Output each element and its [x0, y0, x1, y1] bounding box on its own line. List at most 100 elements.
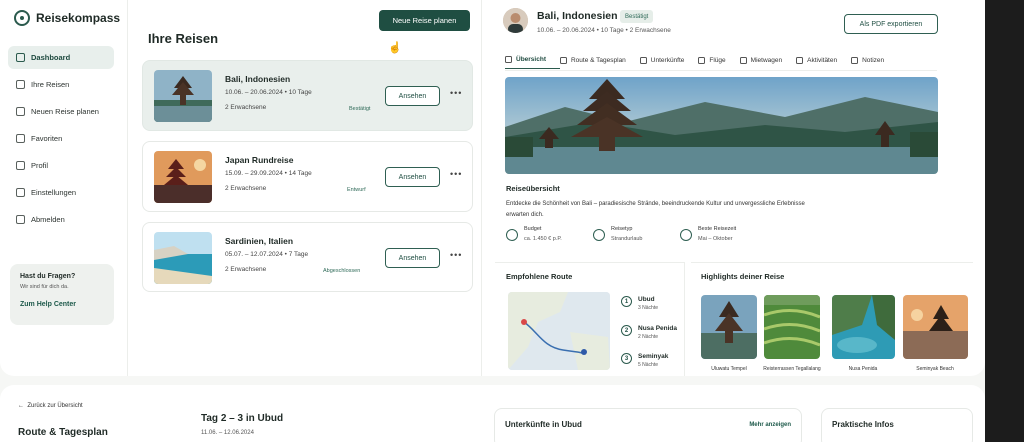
tab-label: Aktivitäten [807, 56, 838, 64]
practical-info-card: Praktische Infos [821, 408, 973, 442]
bed-icon [639, 56, 647, 64]
tab-flights[interactable]: Flüge [698, 51, 739, 69]
highlight-caption: Uluwatu Tempel [711, 366, 747, 372]
trip-travelers: 2 Erwachsene [225, 266, 267, 273]
tab-route[interactable]: Route & Tagesplan [559, 51, 640, 69]
more-options-icon[interactable]: ••• [450, 250, 462, 260]
home-icon [505, 56, 512, 63]
fact-label: Reisetyp [611, 226, 633, 232]
sidebar-item-logout[interactable]: Abmelden [8, 208, 114, 231]
highlight-image[interactable] [701, 295, 757, 359]
route-title: Empfohlene Route [506, 272, 573, 281]
tab-accommodations[interactable]: Unterkünfte [639, 51, 699, 69]
highlight-image[interactable] [903, 295, 968, 359]
route-stop[interactable]: 1 Ubud 3 Nächte [621, 296, 658, 311]
tab-label: Übersicht [516, 56, 546, 63]
highlight-caption: Nusa Penida [848, 366, 878, 372]
highlights-title: Highlights deiner Reise [701, 272, 785, 281]
trip-thumbnail [154, 70, 212, 122]
view-trip-button[interactable]: Ansehen [385, 86, 440, 106]
trip-dates: 15.09. – 29.09.2024 • 14 Tage [225, 170, 312, 177]
sidebar-item-label: Profil [31, 161, 49, 170]
route-plan-title: Route & Tagesplan [18, 427, 108, 438]
new-trip-button[interactable]: Neue Reise planen [379, 10, 470, 31]
stop-name: Nusa Penida [638, 325, 678, 332]
more-options-icon[interactable]: ••• [450, 169, 462, 179]
fact-value: Mai – Oktober [698, 236, 733, 242]
trip-card-japan[interactable]: Japan Rundreise 15.09. – 29.09.2024 • 14… [142, 141, 473, 212]
tab-notes[interactable]: Notizen [851, 51, 898, 69]
view-trip-button[interactable]: Ansehen [385, 167, 440, 187]
sidebar-item-label: Favoriten [31, 134, 63, 143]
trip-name: Japan Rundreise [225, 155, 294, 165]
stop-name: Seminyak [638, 353, 669, 360]
sidebar-item-new-trip[interactable]: Neuen Reise planen [8, 100, 114, 123]
show-more-link[interactable]: Mehr anzeigen [749, 422, 791, 428]
status-badge: Entwurf [347, 187, 366, 193]
trip-card-sardinia[interactable]: Sardinien, Italien 05.07. – 12.07.2024 •… [142, 222, 473, 292]
fact-label: Budget [524, 226, 542, 232]
sidebar-item-label: Neuen Reise planen [31, 107, 99, 116]
status-badge: Bestätigt [620, 10, 654, 23]
sidebar-item-favorites[interactable]: Favoriten [8, 127, 114, 150]
detail-tabs: Übersicht Route & Tagesplan Unterkünfte … [505, 51, 937, 71]
sidebar-item-dashboard[interactable]: Dashboard [8, 46, 114, 69]
window-edge [985, 0, 1024, 442]
trip-thumbnail [154, 151, 212, 203]
back-link-label: Zurück zur Übersicht [27, 403, 83, 409]
fact-label: Beste Reisezeit [698, 226, 737, 232]
highlight-image[interactable] [764, 295, 820, 359]
stop-number: 1 [621, 296, 632, 307]
export-pdf-button[interactable]: Als PDF exportieren [844, 14, 938, 34]
fact-trip-type: Reisetyp Strandurlaub [593, 226, 643, 242]
note-icon [851, 56, 859, 64]
avatar[interactable] [503, 8, 528, 33]
logo[interactable]: Reisekompass [14, 10, 120, 26]
clock-icon [680, 229, 692, 241]
plane-icon [698, 56, 706, 64]
fact-budget: Budget ca. 1.450 € p.P. [506, 226, 562, 242]
sidebar-item-trips[interactable]: Ihre Reisen [8, 73, 114, 96]
sidebar-item-profile[interactable]: Profil [8, 154, 114, 177]
trip-thumbnail [154, 232, 212, 284]
tab-activities[interactable]: Aktivitäten [796, 51, 851, 69]
tab-rental-car[interactable]: Mietwagen [739, 51, 796, 69]
stop-nights: 5 Nächte [638, 362, 659, 368]
gear-icon [16, 188, 25, 197]
app-name: Reisekompass [36, 11, 121, 25]
tab-label: Unterkünfte [650, 56, 685, 64]
sidebar-item-settings[interactable]: Einstellungen [8, 181, 114, 204]
route-stop[interactable]: 2 Nusa Penida 2 Nächte [621, 325, 677, 340]
tab-overview[interactable]: Übersicht [505, 51, 560, 69]
logout-icon [16, 215, 25, 224]
more-options-icon[interactable]: ••• [450, 88, 462, 98]
help-center-link[interactable]: Zum Help Center [20, 301, 104, 308]
plane-icon [16, 107, 25, 116]
trip-travelers: 2 Erwachsene [225, 185, 267, 192]
wallet-icon [506, 229, 518, 241]
route-map[interactable] [508, 292, 610, 370]
view-trip-button[interactable]: Ansehen [385, 248, 440, 268]
sidebar-item-label: Ihre Reisen [31, 80, 70, 89]
sidebar-item-label: Dashboard [31, 53, 71, 62]
trip-card-bali[interactable]: Bali, Indonesien 10.06. – 20.06.2024 • 1… [142, 60, 473, 131]
trip-detail-title: Bali, Indonesien [537, 10, 618, 22]
trip-dates: 10.06. – 20.06.2024 • 10 Tage [225, 89, 312, 96]
sidebar: Reisekompass Dashboard Ihre Reisen Neuen… [0, 0, 128, 376]
back-link[interactable]: ← Zurück zur Übersicht [18, 403, 83, 409]
home-icon [16, 53, 25, 62]
fact-value: ca. 1.450 € p.P. [524, 236, 562, 242]
user-icon [16, 161, 25, 170]
overview-title: Reiseübersicht [506, 184, 560, 193]
highlight-image[interactable] [832, 295, 895, 359]
tab-label: Flüge [709, 56, 726, 64]
help-title: Hast du Fragen? [20, 273, 76, 280]
route-stop[interactable]: 3 Seminyak 5 Nächte [621, 353, 668, 368]
stop-nights: 3 Nächte [638, 305, 659, 311]
trip-travelers: 2 Erwachsene [225, 104, 267, 111]
app-shell: Reisekompass Dashboard Ihre Reisen Neuen… [0, 0, 985, 442]
trip-name: Bali, Indonesien [225, 74, 291, 84]
page-title: Ihre Reisen [148, 31, 219, 46]
tab-label: Route & Tagesplan [570, 56, 626, 64]
status-badge: Abgeschlossen [323, 268, 361, 274]
